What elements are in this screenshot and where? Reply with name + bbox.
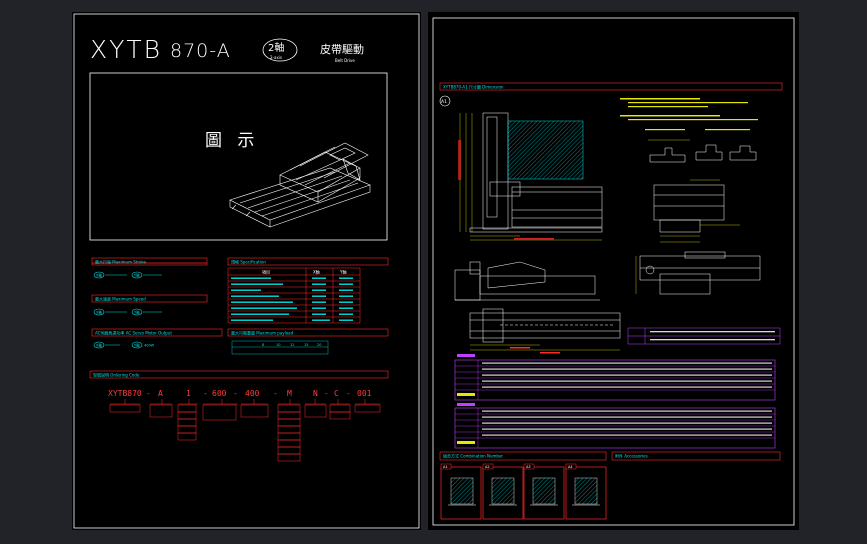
model-number: 870-A [170, 40, 231, 62]
section-accessories: 附件 Accessories [615, 453, 648, 459]
order-code-400: 400 [245, 389, 260, 398]
sheet-1: XYTB 870-A 2軸 2-axis 皮帶驅動 Belt Drive 圖 示 [72, 12, 421, 530]
order-code-m: M [287, 389, 292, 398]
spec-col-x: X軸 [313, 269, 320, 275]
drive-type: 皮帶驅動 [320, 42, 364, 56]
order-code-c: C [334, 389, 339, 398]
spec-col-y: Y軸 [339, 269, 346, 275]
order-code-600: 600 [212, 389, 227, 398]
order-code-a: A [158, 389, 163, 398]
stroke-x: X軸 [96, 273, 102, 278]
payload-value-3: 12 [290, 343, 294, 347]
order-code-dash-5: - [324, 389, 329, 398]
payload-value-5: 20 [317, 343, 321, 347]
sheet-1-paper [72, 12, 421, 530]
figure-label: 圖 示 [205, 131, 259, 151]
model-prefix: XYTB [90, 35, 162, 64]
axis-badge: 2軸 [268, 41, 284, 54]
axis-badge-en: 2-axis [270, 55, 282, 60]
motor-y: Y軸 [134, 343, 140, 348]
order-code-model: XYTB870 [108, 389, 142, 398]
order-code-1: 1 [186, 389, 191, 398]
view-label: A1 [441, 99, 447, 105]
payload-value-1: 8 [262, 343, 264, 347]
order-header: 型號說明 Ordering Code [93, 372, 140, 378]
order-code-dash-3: - [233, 389, 238, 398]
order-code-dash-6: - [346, 389, 351, 398]
order-code-dash-2: - [203, 389, 208, 398]
sheet-2: XYTB870-A1 尺寸圖 Dimension A1 組合方式 Combina… [428, 12, 799, 530]
motor-x: X軸 [96, 343, 102, 348]
order-code-dash-4: - [273, 389, 278, 398]
hatched-region [507, 120, 584, 180]
speed-x: X軸 [96, 310, 102, 315]
max-stroke-header: 最大行程 Maximum Stroke [95, 259, 147, 265]
combo-label-a1: A1 [443, 465, 448, 469]
max-speed-header: 最大速度 Maximum Speed [95, 296, 146, 302]
section-dimension: XYTB870-A1 尺寸圖 Dimension [443, 84, 504, 90]
cad-drawing-canvas: XYTB 870-A 2軸 2-axis 皮帶驅動 Belt Drive 圖 示 [72, 12, 799, 530]
combo-label-a2: A2 [485, 465, 490, 469]
speed-y: Y軸 [134, 310, 140, 315]
motor-value: 400W [144, 344, 155, 348]
spec-header: 規格 Specification [231, 259, 266, 265]
order-code-001: 001 [357, 389, 372, 398]
order-code-dash-1: - [146, 389, 151, 398]
combo-label-a4: A4 [568, 465, 573, 469]
spec-col-item: 項目 [262, 270, 270, 275]
section-combination: 組合方式 Combination Number [443, 453, 503, 459]
ac-servo-header: AC伺服馬達功率 AC Servo Motor Output [95, 330, 172, 336]
combo-label-a3: A3 [526, 465, 531, 469]
order-code-n: N [313, 389, 318, 398]
payload-header: 最大可搬重量 Maximum payload [231, 330, 294, 336]
stroke-y: Y軸 [134, 273, 140, 278]
payload-value-2: 10 [276, 343, 280, 347]
drive-type-en: Belt Drive [335, 58, 355, 63]
payload-value-4: 15 [304, 343, 308, 347]
